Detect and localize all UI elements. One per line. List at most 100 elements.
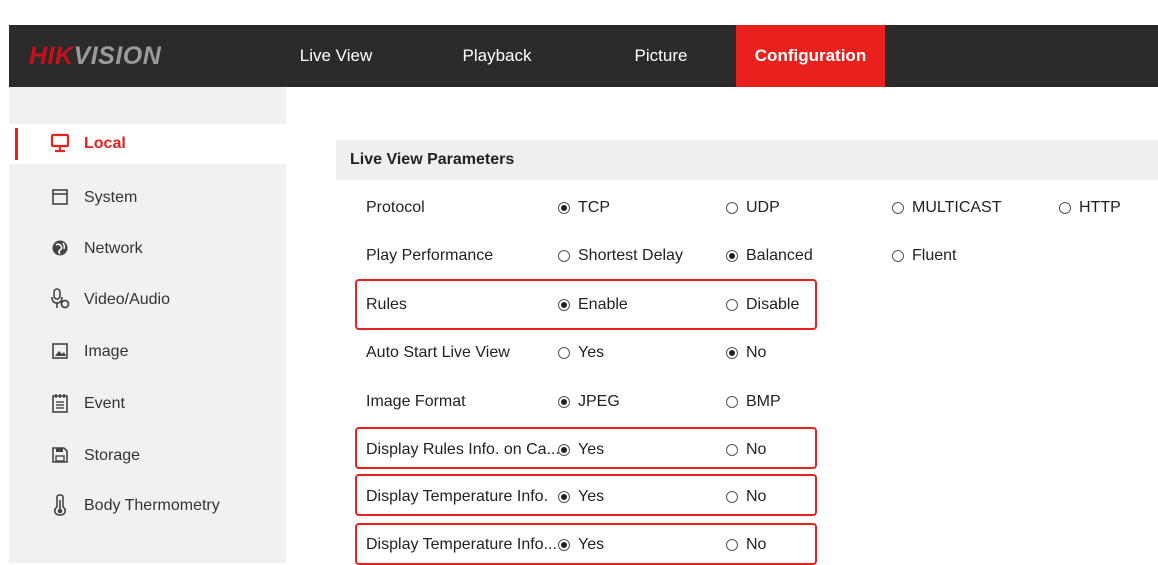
logo-part2: VISION: [73, 42, 162, 70]
sidebar-item-label: Video/Audio: [84, 291, 170, 308]
radio-http[interactable]: HTTP: [1059, 188, 1121, 228]
row-label: Auto Start Live View: [366, 344, 510, 361]
option-label: TCP: [578, 199, 610, 216]
option-label: Balanced: [746, 247, 813, 264]
sidebar-item-local[interactable]: Local: [9, 124, 286, 164]
option-label: Shortest Delay: [578, 247, 683, 264]
radio-jpeg[interactable]: JPEG: [558, 382, 620, 422]
radio-yes[interactable]: Yes: [558, 333, 604, 373]
radio-unchecked-icon: [892, 202, 904, 214]
radio-unchecked-icon: [1059, 202, 1071, 214]
monitor-icon: [50, 132, 70, 154]
sidebar-item-label: Storage: [84, 447, 141, 464]
sidebar-item-event[interactable]: Event: [9, 384, 286, 424]
radio-unchecked-icon: [558, 347, 570, 359]
option-label: Disable: [746, 296, 800, 313]
row-label: Image Format: [366, 393, 466, 410]
hikvision-logo: HIKVISION: [29, 40, 161, 72]
microphone-icon: [50, 288, 70, 310]
option-label: No: [746, 536, 767, 553]
radio-yes[interactable]: Yes: [558, 477, 604, 517]
sidebar-item-image[interactable]: Image: [9, 332, 286, 372]
option-label: Enable: [578, 296, 628, 313]
option-label: Yes: [578, 441, 605, 458]
image-icon: [50, 340, 70, 362]
row-label: Display Temperature Info.: [366, 488, 549, 505]
radio-yes[interactable]: Yes: [558, 430, 604, 470]
param-row-play-performance: Play Performance Shortest Delay Balanced…: [336, 236, 1158, 276]
window-icon: [50, 186, 70, 208]
globe-icon: [50, 237, 70, 259]
sidebar-item-label: Image: [84, 343, 129, 360]
radio-checked-icon: [558, 491, 570, 503]
row-label: Protocol: [366, 199, 425, 216]
sidebar-item-storage[interactable]: Storage: [9, 436, 286, 476]
save-icon: [50, 444, 70, 466]
sidebar-item-label: Body Thermometry: [84, 497, 220, 514]
sidebar-item-body-thermometry[interactable]: Body Thermometry: [9, 486, 286, 526]
logo-part1: HIK: [29, 42, 74, 70]
radio-udp[interactable]: UDP: [726, 188, 780, 228]
radio-shortest-delay[interactable]: Shortest Delay: [558, 236, 683, 276]
radio-unchecked-icon: [892, 250, 904, 262]
param-row-display-temperature-info-2: Display Temperature Info... Yes No: [336, 525, 1158, 565]
radio-unchecked-icon: [726, 539, 738, 551]
option-label: HTTP: [1079, 199, 1121, 216]
radio-checked-icon: [726, 250, 738, 262]
sidebar-item-label: Local: [84, 135, 126, 152]
calendar-icon: [50, 392, 70, 414]
sidebar-item-label: Network: [84, 240, 143, 257]
section-title: Live View Parameters: [350, 151, 515, 168]
option-label: No: [746, 488, 767, 505]
option-label: JPEG: [578, 393, 620, 410]
sidebar-item-label: Event: [84, 395, 125, 412]
radio-no[interactable]: No: [726, 333, 766, 373]
radio-balanced[interactable]: Balanced: [726, 236, 813, 276]
param-row-display-temperature-info: Display Temperature Info. Yes No: [336, 477, 1158, 517]
nav-picture[interactable]: Picture: [603, 25, 719, 87]
radio-unchecked-icon: [558, 250, 570, 262]
active-indicator: [15, 128, 18, 160]
radio-fluent[interactable]: Fluent: [892, 236, 956, 276]
nav-live-view[interactable]: Live View: [281, 25, 391, 87]
option-label: MULTICAST: [912, 199, 1002, 216]
thermometer-icon: [50, 494, 70, 516]
param-row-rules: Rules Enable Disable: [336, 285, 1158, 325]
radio-no[interactable]: No: [726, 477, 766, 517]
radio-unchecked-icon: [726, 299, 738, 311]
radio-unchecked-icon: [726, 396, 738, 408]
row-label: Display Temperature Info...: [366, 536, 557, 553]
section-header: Live View Parameters: [336, 140, 1158, 180]
param-row-display-rules-info: Display Rules Info. on Ca... Yes No: [336, 430, 1158, 470]
sidebar: Local System Network Video/Audio Image E…: [9, 87, 286, 563]
radio-enable[interactable]: Enable: [558, 285, 628, 325]
nav-configuration[interactable]: Configuration: [736, 25, 885, 87]
option-label: Fluent: [912, 247, 957, 264]
option-label: No: [746, 344, 767, 361]
row-label: Rules: [366, 296, 407, 313]
param-row-protocol: Protocol TCP UDP MULTICAST HTTP: [336, 188, 1158, 228]
option-label: No: [746, 441, 767, 458]
row-label: Play Performance: [366, 247, 494, 264]
radio-unchecked-icon: [726, 491, 738, 503]
radio-checked-icon: [558, 202, 570, 214]
option-label: Yes: [578, 344, 605, 361]
radio-bmp[interactable]: BMP: [726, 382, 781, 422]
radio-no[interactable]: No: [726, 430, 766, 470]
sidebar-item-video-audio[interactable]: Video/Audio: [9, 280, 286, 320]
radio-yes[interactable]: Yes: [558, 525, 604, 565]
option-label: UDP: [746, 199, 780, 216]
radio-checked-icon: [558, 444, 570, 456]
radio-no[interactable]: No: [726, 525, 766, 565]
top-nav-bar: HIKVISION Live View Playback Picture Con…: [9, 25, 1158, 87]
radio-checked-icon: [558, 396, 570, 408]
radio-disable[interactable]: Disable: [726, 285, 799, 325]
sidebar-item-network[interactable]: Network: [9, 229, 286, 269]
radio-checked-icon: [558, 299, 570, 311]
radio-checked-icon: [558, 539, 570, 551]
radio-checked-icon: [726, 347, 738, 359]
nav-playback[interactable]: Playback: [441, 25, 553, 87]
sidebar-item-system[interactable]: System: [9, 178, 286, 218]
radio-multicast[interactable]: MULTICAST: [892, 188, 1001, 228]
radio-tcp[interactable]: TCP: [558, 188, 610, 228]
